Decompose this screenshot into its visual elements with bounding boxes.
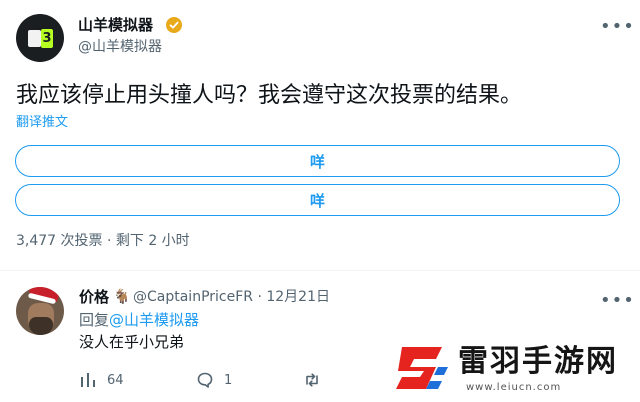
watermark-logo-icon [396, 347, 448, 389]
author-handle[interactable]: @山羊模拟器 [78, 37, 162, 57]
avatar-logo-left [28, 30, 41, 47]
views-action[interactable]: 64 [79, 370, 124, 390]
comment-icon [197, 372, 213, 388]
reply-text: 没人在乎小兄弟 [79, 333, 185, 351]
reply-author-name[interactable]: 价格 [79, 287, 109, 307]
reply-action[interactable]: 1 [196, 370, 232, 390]
more-icon[interactable]: ••• [600, 292, 635, 310]
watermark-title: 雷羽手游网 [458, 344, 618, 379]
divider [0, 270, 640, 271]
avatar-logo-digit: 3 [41, 29, 53, 48]
reply-meta[interactable]: @CaptainPriceFR · 12月21日 [133, 287, 330, 307]
reply-to-link[interactable]: @山羊模拟器 [109, 311, 199, 329]
translate-link[interactable]: 翻译推文 [16, 114, 68, 132]
views-count: 64 [107, 372, 124, 388]
poll-meta: 3,477 次投票 · 剩下 2 小时 [16, 233, 190, 249]
goat-emoji-icon: 🐐 [113, 289, 131, 305]
poll-option-label: 咩 [309, 152, 325, 171]
author-name[interactable]: 山羊模拟器 [78, 15, 153, 35]
watermark-url: www.leiucn.com [466, 382, 562, 393]
retweet-action[interactable] [303, 370, 321, 390]
author-avatar[interactable]: 3 [16, 14, 64, 62]
retweet-icon [306, 373, 318, 387]
verified-badge-icon [166, 17, 182, 33]
avatar-beard [29, 317, 53, 335]
tweet-text: 我应该停止用头撞人吗？我会遵守这次投票的结果。 [16, 83, 523, 108]
poll-option-2[interactable]: 咩 [15, 184, 620, 216]
reply-count: 1 [224, 372, 233, 388]
more-icon[interactable]: ••• [600, 18, 635, 36]
reply-prefix: 回复 [79, 311, 110, 329]
poll-option-1[interactable]: 咩 [15, 145, 620, 177]
reply-to-line: 回复@山羊模拟器 [79, 310, 199, 330]
reply-avatar[interactable] [16, 287, 64, 335]
poll-option-label: 咩 [309, 191, 325, 210]
bar-chart-icon [81, 373, 95, 387]
